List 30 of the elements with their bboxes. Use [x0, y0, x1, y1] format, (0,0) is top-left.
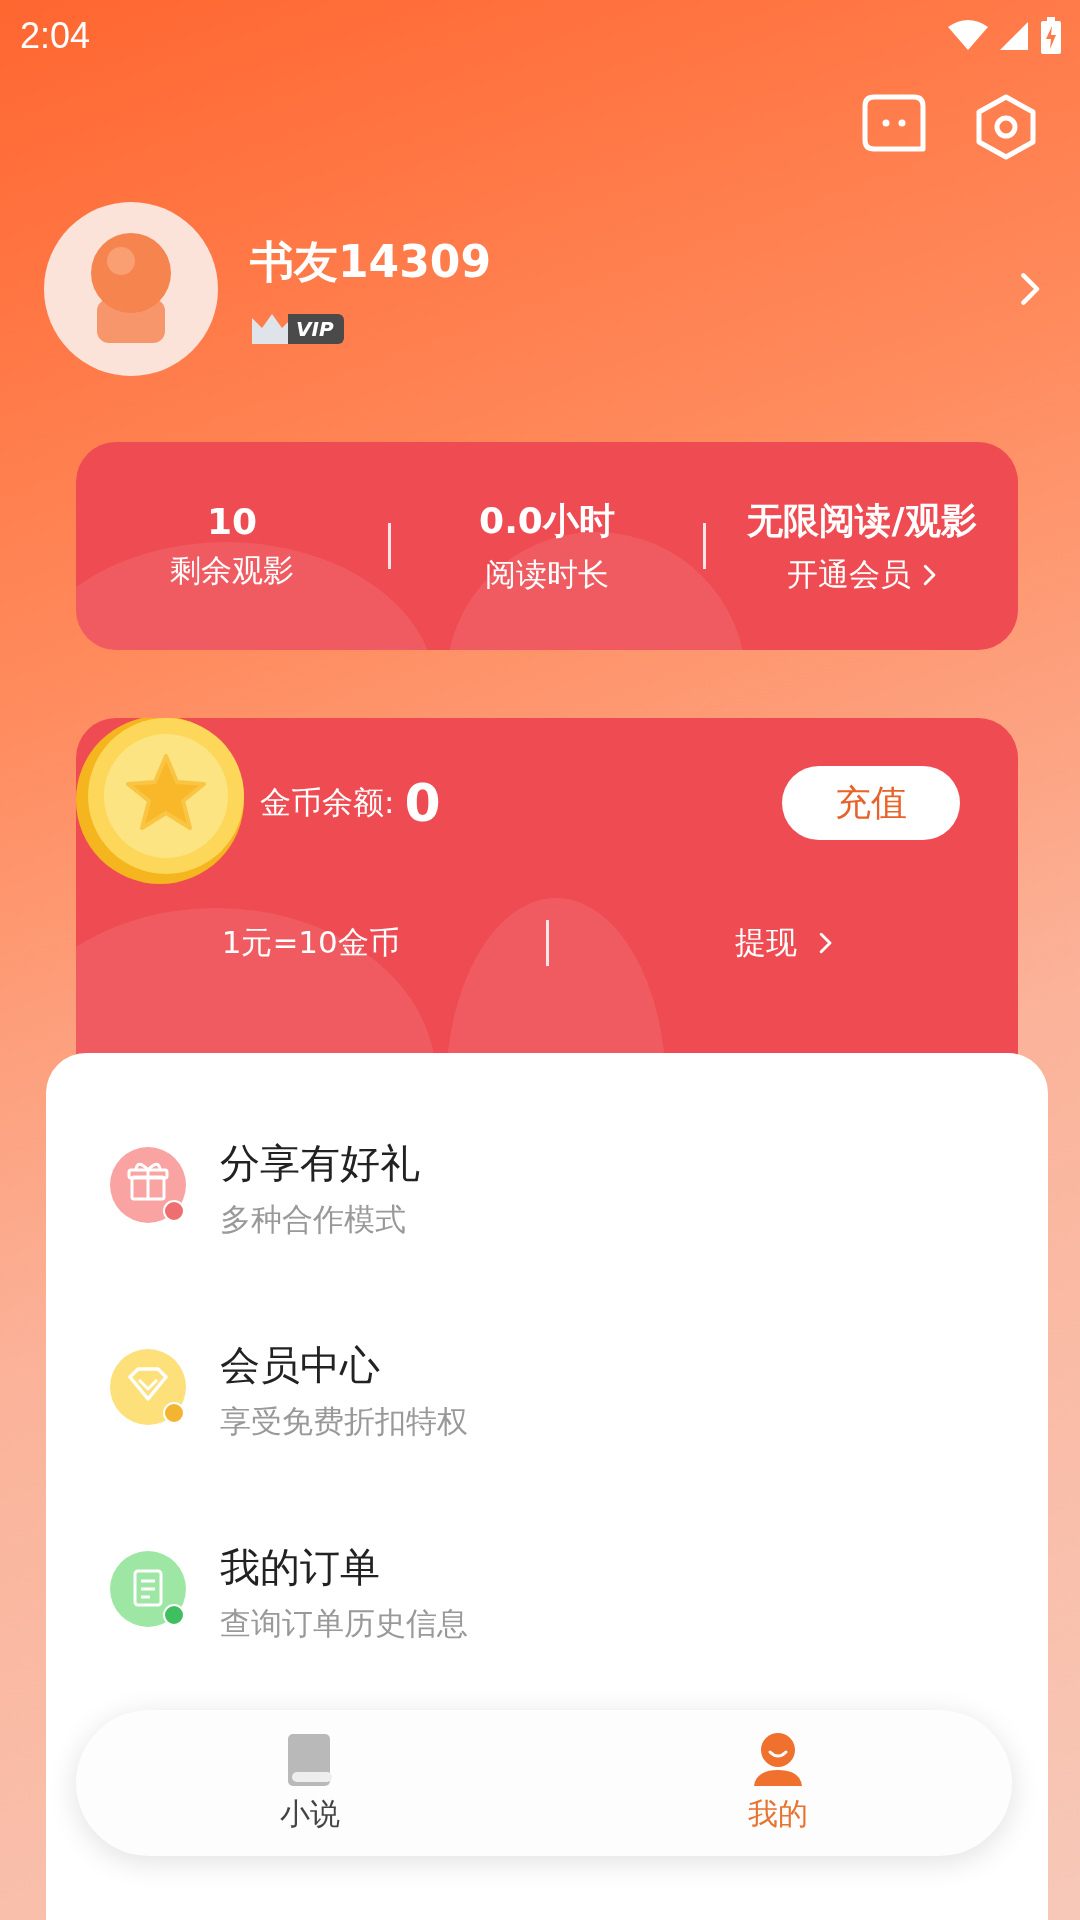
signal-icon	[998, 20, 1030, 52]
menu-subtitle: 查询订单历史信息	[220, 1603, 468, 1643]
exchange-rate: 1元=10金币	[221, 923, 400, 962]
wifi-icon	[948, 20, 988, 52]
book-icon	[286, 1731, 334, 1788]
menu-subtitle: 多种合作模式	[220, 1199, 407, 1239]
withdraw-link[interactable]: 提现	[734, 922, 797, 964]
menu-subtitle: 享受免费折扣特权	[220, 1401, 468, 1441]
menu-title[interactable]: 分享有好礼	[220, 1135, 420, 1191]
balance-label: 金币余额:	[260, 783, 395, 822]
chevron-right-icon	[818, 932, 832, 954]
stat-value: 10	[206, 500, 258, 542]
stat-label[interactable]: 开通会员	[787, 553, 912, 596]
message-icon[interactable]	[862, 94, 926, 152]
chevron-right-icon	[923, 563, 937, 586]
balance-value: 0	[404, 773, 442, 833]
nav-tab[interactable]: 小说	[76, 1710, 544, 1856]
stat-label: 剩余观影	[170, 550, 294, 590]
menu-title[interactable]: 会员中心	[220, 1337, 468, 1393]
stat-label: 阅读时长	[485, 554, 609, 594]
menu-title[interactable]: 我的订单	[220, 1539, 468, 1595]
battery-icon	[1040, 17, 1062, 55]
stat-value: 0.0小时	[479, 498, 615, 543]
person-icon	[752, 1731, 804, 1788]
vip-badge: VIP	[288, 313, 344, 344]
stat-value: 无限阅读/观影	[747, 498, 977, 543]
chevron-right-icon	[1019, 272, 1040, 306]
settings-icon[interactable]	[976, 94, 1036, 160]
status-time: 2:04	[20, 15, 91, 57]
user-name: 书友14309	[250, 234, 493, 289]
